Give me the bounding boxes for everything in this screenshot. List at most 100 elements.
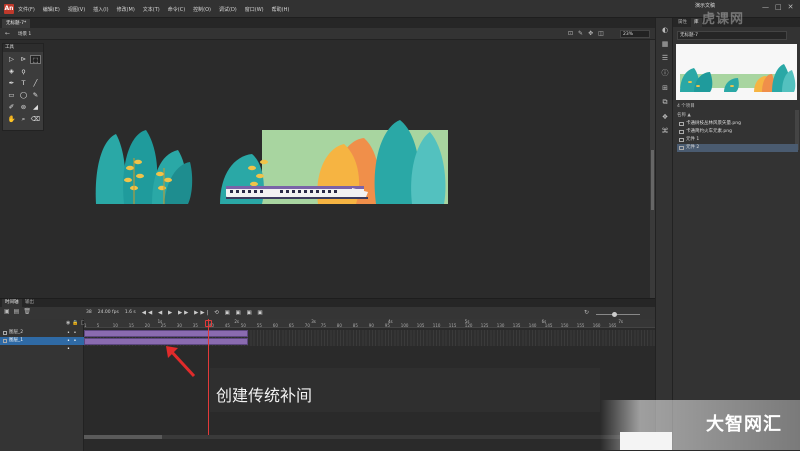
3d-rotation-tool-icon[interactable]: ◈ bbox=[6, 67, 17, 76]
lasso-tool-icon[interactable]: ϙ bbox=[18, 67, 29, 76]
align-icon[interactable]: ☰ bbox=[662, 54, 668, 62]
loop-icon[interactable]: ↻ bbox=[584, 309, 589, 316]
playhead-handle[interactable] bbox=[205, 320, 212, 327]
menu-item[interactable]: 调试(D) bbox=[219, 6, 237, 13]
eye-icon[interactable]: ◉ bbox=[66, 320, 70, 326]
components-icon[interactable]: ❖ bbox=[662, 113, 668, 121]
timeline-horizontal-scrollbar[interactable] bbox=[84, 435, 655, 439]
library-document-select[interactable]: 无标题-7 bbox=[677, 31, 787, 40]
frame-tick-label: 75 bbox=[320, 323, 326, 328]
layer-name[interactable]: 图层_2 bbox=[9, 330, 23, 335]
menu-item[interactable]: 文本(T) bbox=[143, 6, 160, 13]
frame-tick-label: 15 bbox=[128, 323, 134, 328]
transform-icon[interactable]: ⊞ bbox=[662, 84, 668, 92]
text-tool-icon[interactable]: T bbox=[18, 79, 29, 88]
new-folder-icon[interactable]: ▤ bbox=[14, 308, 20, 315]
delete-layer-icon[interactable]: 🗑 bbox=[23, 308, 31, 315]
close-icon[interactable]: ✕ bbox=[788, 3, 794, 11]
frame-tick-label: 90 bbox=[368, 323, 374, 328]
selection-tool-icon[interactable]: ▷ bbox=[6, 55, 17, 64]
tab-library[interactable]: 库 bbox=[691, 18, 702, 27]
hand-tool-icon[interactable]: ✋ bbox=[6, 115, 17, 124]
menu-item[interactable]: 编辑(E) bbox=[43, 6, 60, 13]
library-column-name[interactable]: 名称 ▲ bbox=[677, 112, 798, 118]
timeline-zoom-knob[interactable] bbox=[612, 312, 617, 317]
frame-rate[interactable]: 24.00 fps bbox=[98, 308, 119, 318]
layer-name[interactable]: 图层_1 bbox=[9, 338, 23, 343]
minimize-icon[interactable]: — bbox=[762, 3, 769, 11]
document-tab-bar: 无标题-7* bbox=[0, 18, 655, 28]
stage-artwork[interactable] bbox=[94, 118, 448, 210]
menu-item[interactable]: 文件(F) bbox=[18, 6, 35, 13]
new-layer-icon[interactable]: ▣ bbox=[4, 308, 10, 315]
layer-state-dots[interactable]: • • • bbox=[67, 337, 84, 353]
maximize-icon[interactable]: □ bbox=[775, 3, 782, 11]
second-tick-label: 3s bbox=[311, 319, 316, 324]
free-transform-tool-icon[interactable]: ⬚ bbox=[30, 55, 41, 64]
layer-row-selected[interactable]: 图层_1 • • • bbox=[0, 337, 84, 352]
library-item[interactable]: 卡通简约火车元素.png bbox=[677, 128, 798, 136]
frame-tick-label: 65 bbox=[288, 323, 294, 328]
layer-row[interactable]: 图层_2 • • bbox=[0, 329, 84, 337]
pencil-tool-icon[interactable]: ✎ bbox=[30, 91, 41, 100]
pen-tool-icon[interactable]: ✒ bbox=[6, 79, 17, 88]
annotation-text: 创建传统补间 bbox=[216, 386, 313, 405]
back-arrow-icon[interactable]: ← bbox=[5, 30, 10, 37]
right-scene-group bbox=[220, 120, 448, 204]
brush-tool-icon[interactable]: ✐ bbox=[6, 103, 17, 112]
menu-item[interactable]: 插入(I) bbox=[93, 6, 108, 13]
timeline-scroll-thumb[interactable] bbox=[84, 435, 162, 439]
library-item[interactable]: 卡通树枝丛林风景矢量.png bbox=[677, 120, 798, 128]
library-icon[interactable]: ⧉ bbox=[663, 98, 668, 107]
tools-panel: 工具 ▷ ⊳ ⬚ ◈ ϙ ✒ T ╱ ▭ ◯ ✎ ✐ ⊚ ◢ ✋ ⌕ ⌫ bbox=[2, 43, 44, 131]
eraser-tool-icon[interactable]: ⌫ bbox=[30, 115, 41, 124]
tab-output[interactable]: 输出 bbox=[22, 299, 37, 307]
library-item[interactable]: 元件 2 bbox=[677, 144, 798, 152]
current-frame[interactable]: 38 bbox=[86, 308, 92, 318]
code-snippets-icon[interactable]: ⌘ bbox=[662, 127, 669, 135]
frame-tick-label: 125 bbox=[480, 323, 489, 328]
bone-tool-icon[interactable]: ⊚ bbox=[18, 103, 29, 112]
frame-tick-label: 165 bbox=[608, 323, 617, 328]
layer-header-icons: ◉ 🔒 □ bbox=[66, 320, 85, 326]
center-stage-icon[interactable]: ✥ bbox=[588, 30, 593, 37]
layer-list-header: ◉ 🔒 □ bbox=[0, 319, 85, 327]
library-item-name: 卡通简约火车元素.png bbox=[686, 129, 732, 134]
tools-panel-title: 工具 bbox=[3, 44, 43, 52]
menu-item[interactable]: 帮助(H) bbox=[272, 6, 290, 13]
stage-scroll-thumb[interactable] bbox=[651, 150, 654, 210]
menu-item[interactable]: 命令(C) bbox=[168, 6, 185, 13]
frame-tick-label: 115 bbox=[448, 323, 457, 328]
timeline-zoom-slider[interactable] bbox=[596, 314, 640, 315]
line-tool-icon[interactable]: ╱ bbox=[30, 79, 41, 88]
layer-state-dots[interactable]: • • bbox=[67, 329, 78, 337]
oval-tool-icon[interactable]: ◯ bbox=[18, 91, 29, 100]
classic-tween-span[interactable] bbox=[84, 330, 248, 337]
document-tab[interactable]: 无标题-7* bbox=[2, 19, 31, 28]
library-item-name: 元件 2 bbox=[686, 145, 700, 150]
info-icon[interactable]: ⓘ bbox=[662, 68, 669, 78]
zoom-tool-icon[interactable]: ⌕ bbox=[18, 115, 29, 124]
edit-symbol-icon[interactable]: ✎ bbox=[578, 30, 583, 37]
tab-timeline[interactable]: 时间轴 bbox=[2, 299, 22, 307]
frame-ruler[interactable]: 1 5 10 15 20 25 30 35 40 45 50 55 60 65 70 75 80 85 90 95 10… bbox=[84, 319, 655, 328]
tab-properties[interactable]: 属性 bbox=[675, 18, 690, 27]
library-item[interactable]: 元件 1 bbox=[677, 136, 798, 144]
playback-controls[interactable]: ◀◀ ◀ ▶ ▶▶ ▶▶| ⟲ ▣ ▣ ▣ ▣ bbox=[142, 308, 265, 318]
color-panel-icon[interactable]: ◐ bbox=[662, 26, 668, 34]
rectangle-tool-icon[interactable]: ▭ bbox=[6, 91, 17, 100]
clip-content-icon[interactable]: ⊡ bbox=[568, 30, 573, 37]
paint-bucket-tool-icon[interactable]: ◢ bbox=[30, 103, 41, 112]
menu-item[interactable]: 修改(M) bbox=[117, 6, 135, 13]
lock-icon[interactable]: 🔒 bbox=[72, 320, 78, 326]
scene-label[interactable]: 场景 1 bbox=[18, 31, 31, 37]
menu-item[interactable]: 视图(V) bbox=[68, 6, 85, 13]
zoom-select[interactable]: 23% bbox=[620, 30, 650, 38]
symbol-icon bbox=[679, 138, 684, 142]
swatches-icon[interactable]: ▦ bbox=[662, 40, 669, 48]
subselection-tool-icon[interactable]: ⊳ bbox=[18, 55, 29, 64]
playhead-line bbox=[208, 319, 209, 439]
menu-item[interactable]: 控制(O) bbox=[193, 6, 211, 13]
menu-item[interactable]: 窗口(W) bbox=[245, 6, 264, 13]
scene-menu-icon[interactable]: ◫ bbox=[598, 30, 604, 37]
